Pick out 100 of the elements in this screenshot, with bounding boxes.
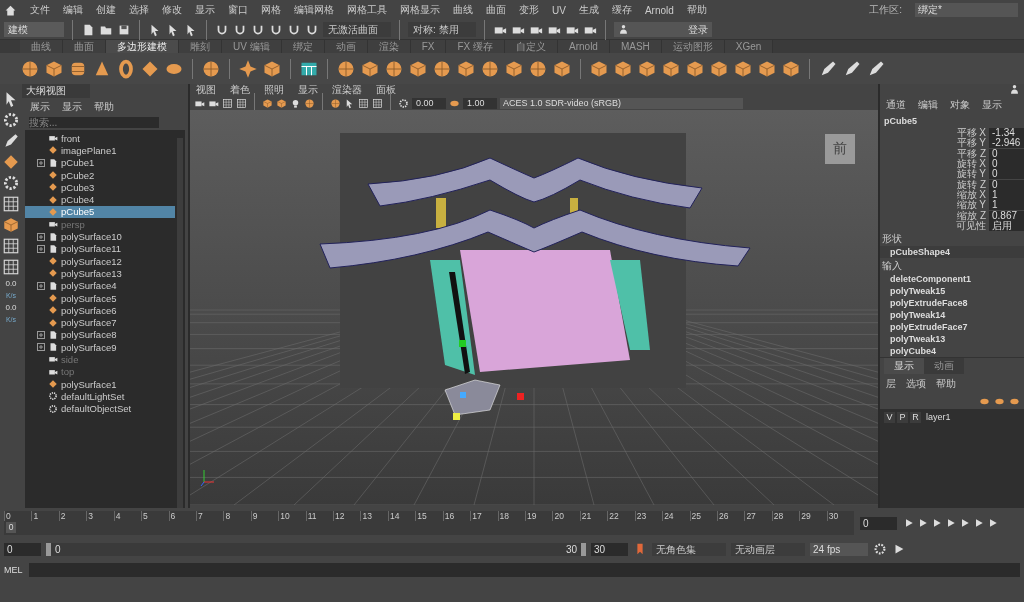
command-field[interactable] xyxy=(28,563,1020,577)
grid-icon[interactable] xyxy=(358,97,369,109)
animation-layer-dropdown[interactable]: 无动画层 xyxy=(731,542,805,556)
current-frame-marker[interactable]: 0 xyxy=(6,522,16,533)
menu-item[interactable]: 对象 xyxy=(950,98,970,112)
menu-item[interactable]: 帮助 xyxy=(936,376,956,391)
outliner-item[interactable]: pCube5 xyxy=(25,205,175,219)
shelf-tab[interactable]: UV 编辑 xyxy=(222,40,282,53)
layer-name[interactable]: layer1 xyxy=(926,412,951,423)
menu-item[interactable]: 照明 xyxy=(264,84,284,96)
layer-tab[interactable]: 显示 xyxy=(884,357,924,374)
shelf-tab[interactable]: Arnold xyxy=(558,40,610,53)
menu-item[interactable]: 网格显示 xyxy=(400,3,440,17)
menu-item[interactable]: Arnold xyxy=(644,4,674,16)
outliner-item[interactable]: polySurface13 xyxy=(25,267,175,280)
menu-item[interactable]: 曲线 xyxy=(453,3,473,17)
camera-icon[interactable] xyxy=(48,133,58,144)
surface-field[interactable]: 无激活曲面 xyxy=(323,22,391,37)
menu-item[interactable]: 文件 xyxy=(30,3,50,17)
input-node[interactable]: polyExtrudeFace7 xyxy=(880,320,1024,333)
lightbulb-icon[interactable] xyxy=(290,97,301,109)
play-icon[interactable] xyxy=(973,517,985,529)
input-node[interactable]: polyCube4 xyxy=(880,344,1024,357)
shelf-tab[interactable]: 曲线 xyxy=(20,40,63,53)
shelf-tab[interactable]: 绑定 xyxy=(281,40,325,53)
input-node[interactable]: polyTweak15 xyxy=(880,284,1024,297)
outliner-item[interactable]: defaultObjectSet xyxy=(25,402,175,415)
workspace-dropdown[interactable]: 绑定* xyxy=(915,3,1018,17)
menu-item[interactable]: 曲面 xyxy=(486,3,506,17)
outliner-item[interactable]: polySurface5 xyxy=(25,291,175,305)
sphere-icon[interactable] xyxy=(330,97,341,109)
play-icon[interactable] xyxy=(959,517,971,529)
menu-item[interactable]: 帮助 xyxy=(94,100,114,114)
visibility-toggle[interactable]: V xyxy=(884,411,895,423)
menu-item[interactable]: 创建 xyxy=(96,3,116,17)
camera-icon[interactable] xyxy=(48,219,58,230)
menu-item[interactable]: 通道 xyxy=(886,98,906,112)
outliner-item[interactable]: polySurface8 xyxy=(25,328,175,342)
channel-value-field[interactable]: 启用 xyxy=(989,220,1024,231)
shelf-tab[interactable]: 雕刻 xyxy=(179,40,222,53)
expand-icon[interactable] xyxy=(37,343,45,352)
channel-value-field[interactable]: 0 xyxy=(989,169,1024,180)
exposure-field[interactable]: 0.00 xyxy=(412,97,446,109)
menu-item[interactable]: 层 xyxy=(886,376,896,391)
outliner-item[interactable]: pCube1 xyxy=(25,156,175,169)
menu-item[interactable]: 着色 xyxy=(230,84,250,96)
menu-item[interactable]: 变形 xyxy=(519,3,539,17)
input-node[interactable]: deleteComponent1 xyxy=(880,272,1024,285)
outliner-item[interactable]: polySurface4 xyxy=(25,279,175,292)
channel-value-field[interactable]: 1 xyxy=(989,189,1024,200)
menu-item[interactable]: 显示 xyxy=(298,84,318,96)
expand-icon[interactable] xyxy=(37,232,45,241)
menu-item[interactable]: 编辑 xyxy=(63,3,83,17)
outliner-item[interactable]: pCube4 xyxy=(25,193,175,206)
grid-icon[interactable] xyxy=(222,97,233,109)
outliner-item[interactable]: polySurface6 xyxy=(25,304,175,317)
grid-icon[interactable] xyxy=(236,97,247,109)
menu-item[interactable]: 显示 xyxy=(982,98,1002,112)
outliner-item[interactable]: pCube3 xyxy=(25,181,175,194)
symmetry-field[interactable]: 对称: 禁用 xyxy=(408,22,476,37)
shelf-tab[interactable]: 动画 xyxy=(324,40,368,53)
scrollbar[interactable] xyxy=(177,138,183,510)
input-node[interactable]: polyTweak14 xyxy=(880,308,1024,321)
shelf-tab[interactable]: 多边形建模 xyxy=(106,40,179,53)
person-icon[interactable] xyxy=(618,24,629,35)
star-icon[interactable] xyxy=(238,58,258,79)
camera-icon[interactable] xyxy=(48,354,58,365)
cube-icon[interactable] xyxy=(2,216,20,234)
menu-item[interactable]: 编辑 xyxy=(918,98,938,112)
shape-node[interactable]: pCubeShape4 xyxy=(880,245,1024,258)
outliner-item[interactable]: polySurface7 xyxy=(25,316,175,329)
cube-icon[interactable] xyxy=(262,97,273,109)
channel-value-field[interactable]: 1 xyxy=(989,200,1024,211)
expand-icon[interactable] xyxy=(37,158,45,167)
menu-item[interactable]: 显示 xyxy=(62,100,82,114)
play-icon[interactable] xyxy=(903,517,915,529)
channel-value-field[interactable]: -1.34 xyxy=(989,128,1024,139)
gamma-field[interactable]: 1.00 xyxy=(463,97,497,109)
input-node[interactable]: polyExtrudeFace8 xyxy=(880,296,1024,309)
sphere-icon[interactable] xyxy=(304,97,315,109)
shelf-tab[interactable]: MASH xyxy=(609,40,662,53)
cube-icon[interactable] xyxy=(276,97,287,109)
input-node[interactable]: polyTweak13 xyxy=(880,332,1024,345)
channel-value-field[interactable]: 0.867 xyxy=(989,210,1024,221)
menu-item[interactable]: 展示 xyxy=(30,100,50,114)
menu-item[interactable]: 选择 xyxy=(129,3,149,17)
start-frame-field[interactable]: 0 xyxy=(4,542,41,556)
end-frame-field[interactable]: 30 xyxy=(591,542,628,556)
time-slider[interactable]: 0 1 2 3 4 5 6 7 8 9 10 11 12 13 14 15 16 17 18 19 20 21 22 23 24 25 26 27 28 29 30 0 xyxy=(4,511,854,535)
current-frame-field[interactable]: 0 xyxy=(860,516,897,530)
play-icon[interactable] xyxy=(917,517,929,529)
layer-tab[interactable]: 动画 xyxy=(924,357,964,374)
outliner-item[interactable]: pCube2 xyxy=(25,168,175,182)
mode-dropdown[interactable]: 建模 xyxy=(4,22,64,37)
outliner-item[interactable]: front xyxy=(25,132,175,145)
menu-item[interactable]: UV xyxy=(552,4,566,16)
playback-toggle[interactable]: P xyxy=(897,411,908,423)
menu-item[interactable]: 视图 xyxy=(196,84,216,96)
shelf-tab[interactable]: 运动图形 xyxy=(661,40,725,53)
search-field[interactable]: 搜索... xyxy=(29,116,159,128)
